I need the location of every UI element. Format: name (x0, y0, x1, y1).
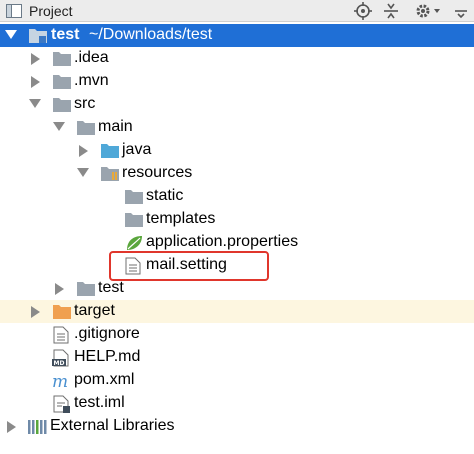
tree-item-gitignore[interactable]: .gitignore (0, 323, 474, 346)
tree-item-target[interactable]: target (0, 300, 474, 323)
tree-item-label: .idea (74, 49, 109, 66)
tree-item-help-md[interactable]: MD HELP.md (0, 346, 474, 369)
expanded-arrow-icon[interactable] (5, 30, 17, 40)
folder-icon (53, 75, 71, 89)
tree-item-label: target (74, 302, 115, 319)
tree-item-test-iml[interactable]: test.iml (0, 392, 474, 415)
tree-item-label: .mvn (74, 72, 109, 89)
folder-icon (77, 121, 95, 135)
tree-item-label: test (98, 279, 124, 296)
expanded-arrow-icon[interactable] (29, 99, 41, 109)
collapse-all-icon[interactable] (382, 2, 400, 20)
project-window-icon (6, 4, 22, 18)
spring-leaf-icon (127, 236, 142, 250)
tree-item-idea[interactable]: .idea (0, 47, 474, 70)
expanded-arrow-icon[interactable] (53, 122, 65, 132)
tree-item-src[interactable]: src (0, 93, 474, 116)
tree-item-label: src (74, 95, 96, 112)
collapsed-arrow-icon[interactable] (31, 76, 41, 88)
tree-item-label: static (146, 187, 184, 204)
source-folder-icon (101, 144, 119, 158)
tree-item-label: templates (146, 210, 216, 227)
tree-item-label: HELP.md (74, 348, 141, 365)
tree-item-static[interactable]: static (0, 185, 474, 208)
folder-icon (53, 52, 71, 66)
svg-text:MD: MD (54, 360, 65, 367)
tree-item-label: main (98, 118, 133, 135)
tree-item-mvn[interactable]: .mvn (0, 70, 474, 93)
tree-item-resources[interactable]: resources (0, 162, 474, 185)
text-file-icon (53, 326, 69, 344)
module-folder-icon (29, 29, 47, 43)
tree-item-label: External Libraries (50, 417, 175, 434)
collapsed-arrow-icon[interactable] (7, 421, 17, 433)
maven-icon: m (52, 372, 68, 390)
svg-text:m: m (52, 372, 68, 390)
tree-item-main[interactable]: main (0, 116, 474, 139)
gear-icon[interactable] (414, 2, 444, 20)
tree-item-templates[interactable]: templates (0, 208, 474, 231)
highlight-annotation (109, 251, 269, 281)
tree-item-label: resources (122, 164, 193, 181)
expanded-arrow-icon[interactable] (77, 168, 89, 178)
tree-item-label: application.properties (146, 233, 299, 250)
folder-icon (125, 213, 143, 227)
project-panel-header: Project (0, 0, 474, 22)
tree-item-label: test.iml (74, 394, 125, 411)
tree-item-external-libraries[interactable]: External Libraries (0, 415, 474, 438)
collapsed-arrow-icon[interactable] (31, 306, 41, 318)
markdown-file-icon: MD (52, 349, 69, 367)
project-tree: test ~/Downloads/test .idea .mvn src mai… (0, 22, 474, 454)
resources-folder-icon (101, 167, 119, 181)
library-icon (28, 420, 47, 434)
hide-panel-icon[interactable] (452, 2, 470, 20)
tree-item-label: .gitignore (74, 325, 140, 342)
folder-icon (125, 190, 143, 204)
tree-item-root[interactable]: test ~/Downloads/test (0, 24, 474, 47)
collapsed-arrow-icon[interactable] (79, 145, 89, 157)
root-name: test (51, 26, 80, 43)
collapsed-arrow-icon[interactable] (55, 283, 65, 295)
panel-title: Project (29, 3, 73, 19)
tree-item-label: pom.xml (74, 371, 135, 388)
tree-item-label: java (122, 141, 152, 158)
root-path: ~/Downloads/test (89, 26, 213, 43)
excluded-folder-icon (53, 305, 71, 319)
crosshair-icon[interactable] (354, 2, 372, 20)
folder-icon (53, 98, 71, 112)
module-file-icon (53, 395, 70, 413)
tree-item-pom-xml[interactable]: m pom.xml (0, 369, 474, 392)
tree-item-java[interactable]: java (0, 139, 474, 162)
folder-icon (77, 282, 95, 296)
collapsed-arrow-icon[interactable] (31, 53, 41, 65)
